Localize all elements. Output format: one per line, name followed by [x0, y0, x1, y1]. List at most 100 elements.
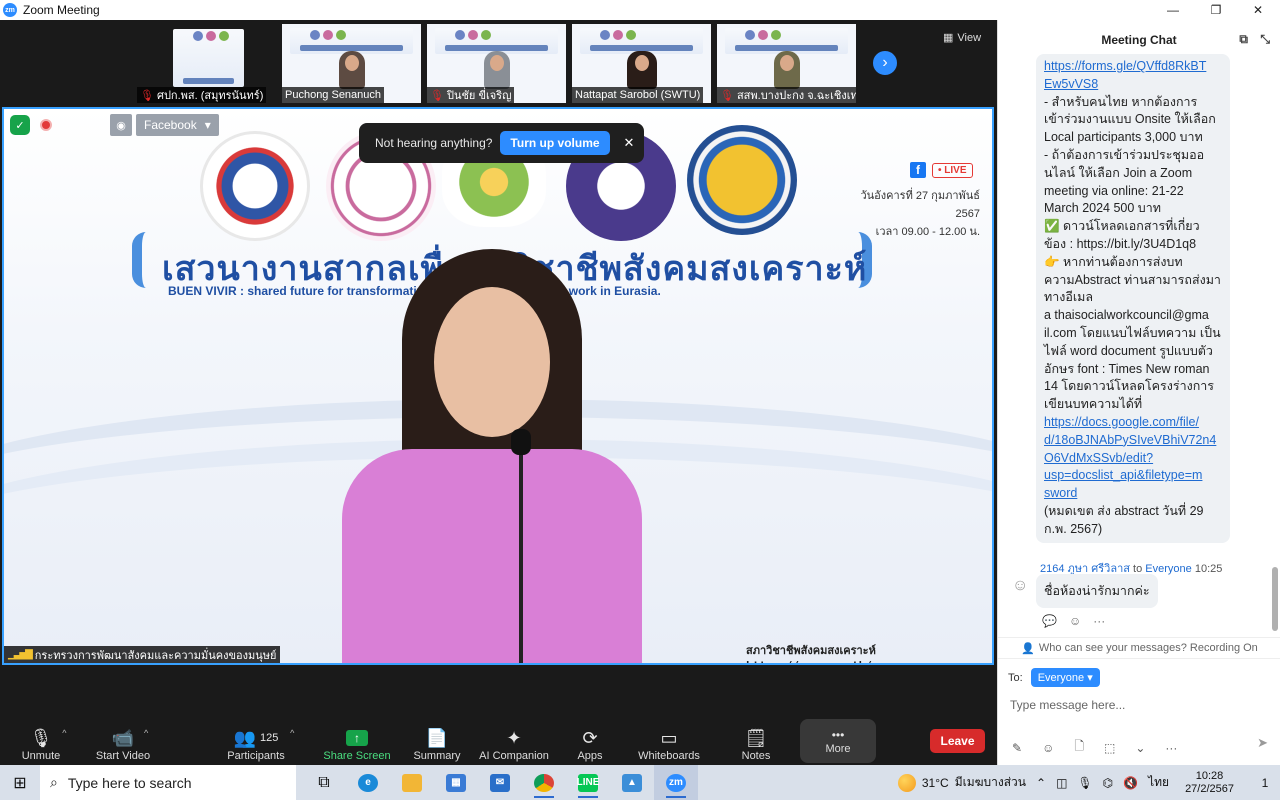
recording-icon[interactable]	[40, 119, 52, 131]
message-line[interactable]: Ew5vVS8	[1044, 76, 1222, 94]
livestream-platform-label: Facebook	[144, 118, 197, 132]
participant-thumbnail[interactable]: Nattapat Sarobol (SWTU)	[572, 24, 711, 103]
close-window-button[interactable]: ✕	[1238, 0, 1278, 20]
pop-out-icon[interactable]: ⧉	[1239, 32, 1248, 47]
microphone-icon[interactable]: 🎙	[1077, 776, 1092, 790]
chevron-up-icon: ^	[143, 728, 149, 738]
participant-name-tag: 🎙 ศปก.พส. (สมุทรนันทร์)	[137, 87, 267, 103]
network-icon[interactable]: ⌬	[1103, 776, 1113, 790]
meet-now-icon[interactable]: ◫	[1056, 776, 1067, 790]
volume-prompt: Not hearing anything? Turn up volume ✕	[359, 123, 644, 163]
maximize-button[interactable]: ❐	[1196, 0, 1236, 20]
taskbar-clock[interactable]: 10:28 27/2/2567	[1179, 770, 1240, 796]
leave-button[interactable]: Leave	[930, 729, 985, 753]
message-line[interactable]: ข้อง : https://bit.ly/3U4D1q8	[1044, 236, 1222, 254]
chevron-up-icon[interactable]: ⌃	[1036, 776, 1046, 790]
search-icon: ⌕	[50, 774, 58, 790]
chevron-down-icon[interactable]: ⌄	[1135, 741, 1145, 755]
file-icon[interactable]: 🗋	[1074, 737, 1084, 758]
format-icon[interactable]: ✎	[1012, 741, 1022, 755]
share-screen-label: Share Screen	[323, 750, 391, 762]
active-speaker-video[interactable]: f • LIVE วันอังคารที่ 27 กุมภาพันธ์ 2567…	[2, 107, 994, 665]
participant-video	[773, 51, 800, 89]
volume-muted-icon[interactable]: 🔇	[1123, 776, 1138, 790]
whiteboards-label: Whiteboards	[638, 750, 700, 762]
close-icon[interactable]: ✕	[624, 135, 635, 151]
participant-thumbnail[interactable]: Puchong Senanuch	[282, 24, 421, 103]
photos-icon[interactable]: ▲	[610, 765, 654, 800]
more-options-icon[interactable]: ···	[1093, 614, 1105, 628]
zoom-logo-icon: zm	[3, 3, 17, 17]
minimize-button[interactable]: —	[1153, 0, 1193, 20]
message-line[interactable]: https://docs.google.com/file/	[1044, 414, 1222, 432]
chevron-up-icon: ^	[290, 728, 295, 738]
message-line[interactable]: https://forms.gle/QVffd8RkBT	[1044, 58, 1222, 76]
chat-visibility-note[interactable]: 👤 Who can see your messages? Recording O…	[998, 637, 1280, 659]
reply-icon[interactable]: 💬	[1042, 614, 1057, 628]
emoji-icon[interactable]: ☺	[1042, 741, 1054, 755]
emoji-reaction-icon[interactable]: ☺	[1069, 614, 1081, 628]
apps-icon: ⟳	[582, 727, 598, 748]
rss-icon[interactable]: ◉	[110, 114, 132, 136]
chat-scrollbar[interactable]	[1272, 567, 1278, 631]
message-line[interactable]: O6VdMxSSvb/edit?	[1044, 450, 1222, 468]
participants-label: Participants	[227, 750, 285, 762]
language-indicator[interactable]: ไทย	[1148, 773, 1169, 792]
summary-icon: 📄	[425, 727, 449, 748]
store-icon[interactable]: ▦	[434, 765, 478, 800]
more-button[interactable]: ••• More	[800, 719, 876, 763]
chat-messages[interactable]: https://forms.gle/QVffd8RkBT Ew5vVS8 - ส…	[998, 54, 1280, 634]
window-title: Zoom Meeting	[23, 3, 100, 17]
participant-name: สสพ.บางปะกง จ.ฉะเชิงเทรา	[736, 90, 856, 102]
volume-prompt-text: Not hearing anything?	[375, 136, 493, 150]
weather-widget[interactable]: 31°C มีเมฆบางส่วน	[897, 773, 1026, 792]
send-icon[interactable]: ➤	[1257, 735, 1268, 751]
to-label: To:	[1008, 671, 1023, 684]
chrome-icon[interactable]	[522, 765, 566, 800]
screenshot-icon[interactable]: ⬚	[1104, 741, 1115, 755]
zoom-taskbar-icon[interactable]: zm	[654, 765, 698, 800]
view-label: View	[957, 31, 982, 44]
speaker-name: กระทรวงการพัฒนาสังคมและความมั่นคงของมนุษ…	[34, 649, 277, 662]
notification-center-icon[interactable]: 1	[1250, 776, 1280, 790]
chat-message-input[interactable]	[1010, 695, 1270, 715]
message-recipient: Everyone	[1145, 563, 1192, 575]
message-line[interactable]: d/18oBJNAbPySIveVBhiV72n4	[1044, 432, 1222, 450]
message-line[interactable]: sword	[1044, 485, 1222, 503]
participant-thumbnail[interactable]: 🎙 ปินชัย ขี่เจริญ	[427, 24, 566, 103]
turn-up-volume-button[interactable]: Turn up volume	[500, 131, 610, 155]
message-line: - ถ้าต้องการเข้าร่วมประชุมออ	[1044, 147, 1205, 162]
participant-thumbnail[interactable]: 🎙 ศปก.พส. (สมุทรนันทร์)	[137, 24, 280, 103]
message-line: meeting via online: 21-22	[1044, 183, 1184, 198]
file-explorer-icon[interactable]	[390, 765, 434, 800]
taskbar-search[interactable]: ⌕ Type here to search	[40, 765, 296, 800]
chat-message: ชื่อห้องน่ารักมากค่ะ	[1036, 574, 1158, 608]
grid-view-icon: ▦	[943, 32, 954, 44]
edge-icon[interactable]: e	[346, 765, 390, 800]
participant-thumbnail[interactable]: 🎙 สสพ.บางปะกง จ.ฉะเชิงเทรา	[717, 24, 856, 103]
view-button[interactable]: ▦ View	[943, 31, 982, 45]
taskbar-apps: ⧉ e ▦ ✉ LINE ▲ zm	[302, 765, 698, 800]
windows-start-icon[interactable]: ⊞	[0, 765, 40, 800]
line-icon[interactable]: LINE	[566, 765, 610, 800]
more-icon[interactable]: ···	[1165, 741, 1177, 755]
next-page-button[interactable]: ›	[871, 49, 899, 77]
unmute-label: Unmute	[21, 750, 61, 762]
message-line: ไฟล์ word document รูปแบบตัว	[1044, 343, 1213, 358]
participant-video	[483, 51, 510, 89]
livestream-platform-select[interactable]: Facebook ▾	[136, 114, 219, 136]
mail-icon[interactable]: ✉	[478, 765, 522, 800]
message-line: March 2024 500 บาท	[1044, 201, 1162, 216]
participant-video	[338, 51, 365, 89]
collapse-icon[interactable]: ⤡	[1260, 32, 1270, 47]
encryption-shield-icon[interactable]: ✓	[10, 115, 30, 135]
message-line: เข้าร่วมงานแบบ Onsite ให้เลือก	[1044, 112, 1216, 127]
live-badge: • LIVE	[932, 162, 973, 178]
chat-message: https://forms.gle/QVffd8RkBT Ew5vVS8 - ส…	[1036, 54, 1230, 543]
message-line[interactable]: usp=docslist_api&filetype=m	[1044, 467, 1222, 485]
task-view-icon[interactable]: ⧉	[302, 765, 346, 800]
participant-name: Nattapat Sarobol (SWTU)	[575, 89, 701, 101]
message-line: il.com โดยแนบไฟล์บทความ เป็น	[1044, 325, 1221, 340]
recipient-select[interactable]: Everyone ▾	[1030, 668, 1100, 687]
apps-label: Apps	[577, 750, 603, 762]
